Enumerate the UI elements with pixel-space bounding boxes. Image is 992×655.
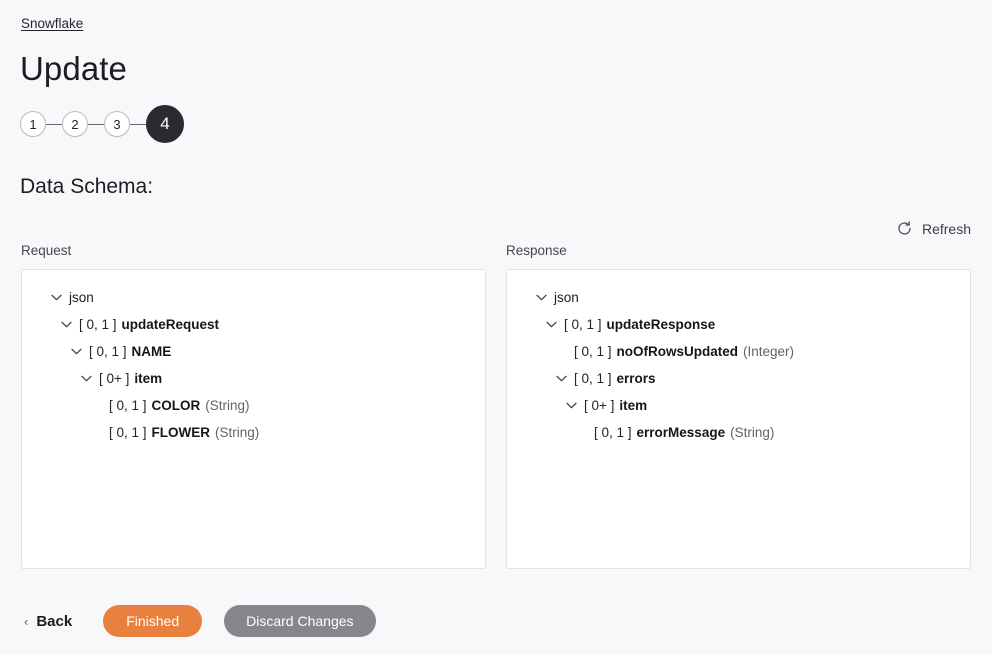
node-cardinality: [ 0, 1 ] [594, 425, 632, 440]
node-type: (String) [205, 398, 250, 413]
schema-node-COLOR[interactable]: [ 0, 1 ] COLOR (String) [22, 392, 485, 419]
request-column-label: Request [21, 243, 72, 258]
wizard-footer: ‹ Back Finished Discard Changes [0, 600, 992, 642]
node-cardinality: [ 0+ ] [99, 371, 130, 386]
node-name: updateRequest [121, 317, 220, 332]
refresh-button[interactable]: Refresh [896, 220, 971, 237]
chevron-down-icon[interactable] [50, 291, 63, 304]
node-type: (Integer) [743, 344, 795, 359]
node-name: noOfRowsUpdated [616, 344, 739, 359]
node-cardinality: [ 0, 1 ] [79, 317, 117, 332]
stepper-step-2[interactable]: 2 [62, 111, 88, 137]
stepper-connector [130, 123, 146, 125]
breadcrumb-snowflake[interactable]: Snowflake [21, 16, 83, 31]
schema-node-NAME[interactable]: [ 0, 1 ] NAME [22, 338, 485, 365]
request-schema-panel: json[ 0, 1 ] updateRequest[ 0, 1 ] NAME[ 0… [21, 269, 486, 569]
schema-node-errors[interactable]: [ 0, 1 ] errors [507, 365, 970, 392]
discard-changes-button[interactable]: Discard Changes [224, 605, 376, 637]
schema-node-json[interactable]: json [507, 284, 970, 311]
schema-node-noOfRowsUpdated[interactable]: [ 0, 1 ] noOfRowsUpdated (Integer) [507, 338, 970, 365]
schema-node-updateRequest[interactable]: [ 0, 1 ] updateRequest [22, 311, 485, 338]
node-cardinality: [ 0, 1 ] [574, 371, 612, 386]
chevron-down-icon[interactable] [545, 318, 558, 331]
back-label: Back [36, 612, 73, 630]
section-title-data-schema: Data Schema: [20, 175, 154, 198]
schema-node-item[interactable]: [ 0+ ] item [22, 365, 485, 392]
node-name: item [619, 398, 648, 413]
node-cardinality: [ 0, 1 ] [574, 344, 612, 359]
node-name: json [69, 290, 94, 305]
node-type: (String) [730, 425, 775, 440]
node-name: COLOR [151, 398, 201, 413]
response-schema-panel: json [ 0, 1 ] updateResponse [ 0, 1 ] noOfRo… [506, 269, 971, 569]
schema-node-json[interactable]: json [22, 284, 485, 311]
stepper-step-4[interactable]: 4 [146, 105, 184, 143]
chevron-down-icon[interactable] [80, 372, 93, 385]
schema-node-errorMessage[interactable]: [ 0, 1 ] errorMessage (String) [507, 419, 970, 446]
back-button[interactable]: ‹ Back [24, 613, 72, 630]
node-name: item [134, 371, 163, 386]
update-wizard-page: Snowflake Update 1234 Data Schema: Refre… [0, 0, 992, 655]
schema-node-item[interactable]: [ 0+ ] item [507, 392, 970, 419]
response-column-label: Response [506, 243, 567, 258]
page-title: Update [20, 50, 128, 87]
wizard-stepper: 1234 [20, 104, 184, 144]
node-cardinality: [ 0, 1 ] [564, 317, 602, 332]
schema-node-updateResponse[interactable]: [ 0, 1 ] updateResponse [507, 311, 970, 338]
stepper-connector [88, 123, 104, 125]
chevron-down-icon[interactable] [565, 399, 578, 412]
finished-button[interactable]: Finished [103, 605, 203, 637]
refresh-label: Refresh [921, 220, 971, 237]
node-name: json [554, 290, 579, 305]
node-name: errorMessage [636, 425, 726, 440]
node-name: errors [616, 371, 656, 386]
schema-node-FLOWER[interactable]: [ 0, 1 ] FLOWER (String) [22, 419, 485, 446]
node-name: NAME [131, 344, 172, 359]
node-cardinality: [ 0, 1 ] [109, 425, 147, 440]
node-name: updateResponse [606, 317, 716, 332]
chevron-down-icon[interactable] [535, 291, 548, 304]
node-type: (String) [215, 425, 260, 440]
response-schema-tree: json [ 0, 1 ] updateResponse [ 0, 1 ] noOfRo… [507, 270, 970, 446]
node-cardinality: [ 0+ ] [584, 398, 615, 413]
request-schema-tree: json[ 0, 1 ] updateRequest[ 0, 1 ] NAME[ 0… [22, 270, 485, 446]
node-cardinality: [ 0, 1 ] [89, 344, 127, 359]
node-cardinality: [ 0, 1 ] [109, 398, 147, 413]
refresh-icon [896, 220, 913, 237]
chevron-down-icon[interactable] [555, 372, 568, 385]
chevron-down-icon[interactable] [60, 318, 73, 331]
stepper-step-3[interactable]: 3 [104, 111, 130, 137]
stepper-connector [46, 123, 62, 125]
node-name: FLOWER [151, 425, 211, 440]
stepper-step-1[interactable]: 1 [20, 111, 46, 137]
chevron-down-icon[interactable] [70, 345, 83, 358]
chevron-left-icon: ‹ [24, 613, 29, 629]
